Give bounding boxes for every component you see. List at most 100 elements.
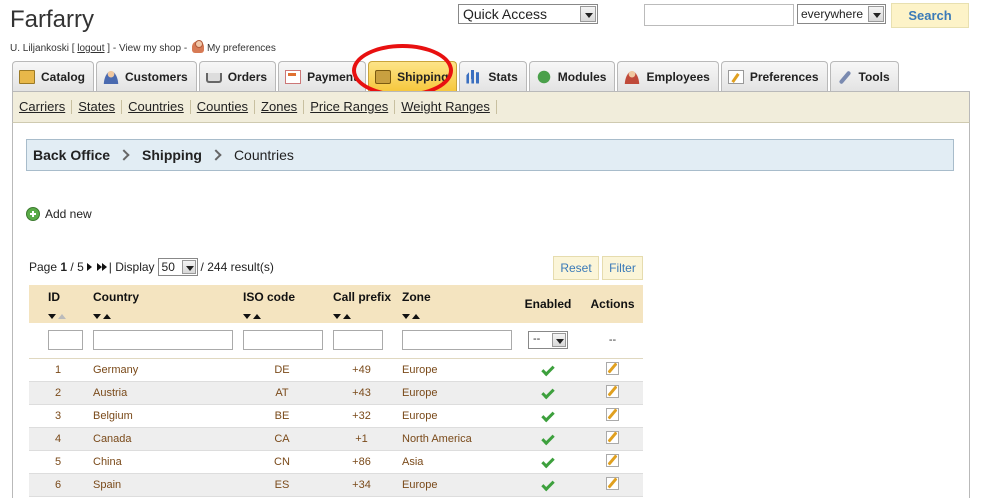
checkmark-icon[interactable] bbox=[541, 454, 555, 468]
checkmark-icon[interactable] bbox=[541, 362, 555, 376]
cart-icon bbox=[205, 72, 222, 83]
sort-asc-icon[interactable] bbox=[253, 314, 261, 319]
edit-icon[interactable] bbox=[606, 384, 619, 398]
checkmark-icon[interactable] bbox=[541, 431, 555, 445]
next-page-button[interactable] bbox=[86, 263, 92, 271]
tab-employees[interactable]: Employees bbox=[617, 61, 719, 91]
filter-zone-input[interactable] bbox=[402, 330, 512, 351]
subnav-carriers[interactable]: Carriers bbox=[13, 100, 73, 114]
sort-desc-icon[interactable] bbox=[93, 314, 101, 319]
logout-link[interactable]: logout bbox=[77, 43, 104, 54]
checkmark-icon[interactable] bbox=[541, 477, 555, 491]
tab-tools[interactable]: Tools bbox=[829, 61, 899, 91]
cell-enabled bbox=[514, 358, 582, 382]
sort-asc-icon[interactable] bbox=[343, 314, 351, 319]
cell-id: 4 bbox=[29, 427, 87, 451]
cell-id: 2 bbox=[29, 381, 87, 405]
edit-icon[interactable] bbox=[606, 453, 619, 467]
filter-prefix-input[interactable] bbox=[333, 330, 383, 351]
edit-icon[interactable] bbox=[606, 476, 619, 490]
edit-icon[interactable] bbox=[606, 361, 619, 375]
add-new-button[interactable]: Add new bbox=[26, 207, 92, 221]
cell-call-prefix: +1 bbox=[327, 427, 396, 451]
sort-desc-icon[interactable] bbox=[243, 314, 251, 319]
tab-preferences[interactable]: Preferences bbox=[720, 61, 828, 91]
countries-table: ID Country ISO code Call prefix Zone Ena… bbox=[29, 285, 643, 497]
sort-desc-icon[interactable] bbox=[48, 314, 56, 319]
filter-iso-input[interactable] bbox=[243, 330, 323, 351]
subnav-counties[interactable]: Counties bbox=[191, 100, 256, 114]
payment-icon bbox=[285, 69, 302, 84]
current-page: 1 bbox=[60, 260, 68, 274]
tab-payment[interactable]: Payment bbox=[278, 61, 367, 91]
chart-icon bbox=[466, 69, 480, 84]
my-preferences-link[interactable]: My preferences bbox=[207, 43, 276, 54]
filter-id-input[interactable] bbox=[48, 330, 83, 351]
sub-navigation: Carriers States Countries Counties Zones… bbox=[12, 91, 970, 123]
view-shop-link[interactable]: View my shop bbox=[119, 43, 181, 54]
table-row[interactable]: 6 Spain ES +34 Europe bbox=[29, 473, 643, 497]
sort-desc-icon[interactable] bbox=[333, 314, 341, 319]
sort-desc-icon[interactable] bbox=[402, 314, 410, 319]
tab-customers[interactable]: Customers bbox=[96, 61, 197, 91]
chevron-down-icon bbox=[580, 6, 596, 22]
header-iso-code: ISO code bbox=[237, 285, 327, 323]
breadcrumb-countries: Countries bbox=[233, 147, 294, 163]
main-tabs: Catalog Customers Orders Payment Shippin… bbox=[12, 61, 901, 91]
subnav-weight-ranges[interactable]: Weight Ranges bbox=[395, 100, 497, 114]
cell-id: 1 bbox=[29, 358, 87, 382]
header-actions: Actions bbox=[582, 285, 643, 323]
table-row[interactable]: 2 Austria AT +43 Europe bbox=[29, 381, 643, 405]
checkmark-icon[interactable] bbox=[541, 385, 555, 399]
table-row[interactable]: 3 Belgium BE +32 Europe bbox=[29, 404, 643, 428]
display-count-select[interactable]: 50 bbox=[157, 258, 198, 276]
edit-icon[interactable] bbox=[606, 407, 619, 421]
search-button[interactable]: Search bbox=[891, 3, 969, 28]
filter-actions-placeholder: -- bbox=[582, 323, 643, 359]
search-input[interactable] bbox=[644, 4, 794, 26]
shop-title: Farfarry bbox=[10, 6, 94, 33]
cell-iso-code: AT bbox=[237, 381, 327, 405]
cell-country: Canada bbox=[87, 427, 237, 451]
sort-asc-icon[interactable] bbox=[412, 314, 420, 319]
table-row[interactable]: 1 Germany DE +49 Europe bbox=[29, 358, 643, 382]
cell-zone: Europe bbox=[396, 473, 514, 497]
subnav-countries[interactable]: Countries bbox=[122, 100, 191, 114]
sort-asc-icon[interactable] bbox=[103, 314, 111, 319]
puzzle-icon bbox=[535, 69, 552, 84]
cell-enabled bbox=[514, 450, 582, 474]
filter-country-input[interactable] bbox=[93, 330, 233, 351]
reset-button[interactable]: Reset bbox=[553, 256, 599, 280]
header-country: Country bbox=[87, 285, 237, 323]
breadcrumb-back-office[interactable]: Back Office bbox=[33, 147, 110, 163]
quick-access-select[interactable]: Quick Access bbox=[458, 4, 598, 24]
cell-actions bbox=[582, 427, 643, 451]
table-row[interactable]: 5 China CN +86 Asia bbox=[29, 450, 643, 474]
tab-modules[interactable]: Modules bbox=[528, 61, 616, 91]
cell-call-prefix: +49 bbox=[327, 358, 396, 382]
edit-icon[interactable] bbox=[606, 430, 619, 444]
cell-country: Austria bbox=[87, 381, 237, 405]
user-icon bbox=[191, 40, 204, 53]
subnav-states[interactable]: States bbox=[72, 100, 123, 114]
subnav-zones[interactable]: Zones bbox=[255, 100, 305, 114]
tab-catalog[interactable]: Catalog bbox=[12, 61, 95, 91]
pagination: Page 1 / 5 | Display 50 / 244 result(s) bbox=[29, 258, 274, 276]
breadcrumb-shipping[interactable]: Shipping bbox=[142, 147, 202, 163]
tab-stats[interactable]: Stats bbox=[459, 61, 527, 91]
tab-orders[interactable]: Orders bbox=[198, 61, 277, 91]
filter-enabled-select[interactable]: -- bbox=[528, 331, 568, 350]
search-scope-select[interactable]: everywhere bbox=[797, 4, 886, 24]
cell-iso-code: ES bbox=[237, 473, 327, 497]
checkmark-icon[interactable] bbox=[541, 408, 555, 422]
subnav-price-ranges[interactable]: Price Ranges bbox=[304, 100, 396, 114]
header-zone: Zone bbox=[396, 285, 514, 323]
cell-zone: Europe bbox=[396, 381, 514, 405]
filter-button[interactable]: Filter bbox=[602, 256, 643, 280]
cell-enabled bbox=[514, 427, 582, 451]
table-row[interactable]: 4 Canada CA +1 North America bbox=[29, 427, 643, 451]
sort-asc-icon[interactable] bbox=[58, 314, 66, 319]
wrench-icon bbox=[837, 70, 853, 84]
last-page-button[interactable] bbox=[96, 263, 107, 271]
tab-shipping[interactable]: Shipping bbox=[368, 61, 458, 91]
